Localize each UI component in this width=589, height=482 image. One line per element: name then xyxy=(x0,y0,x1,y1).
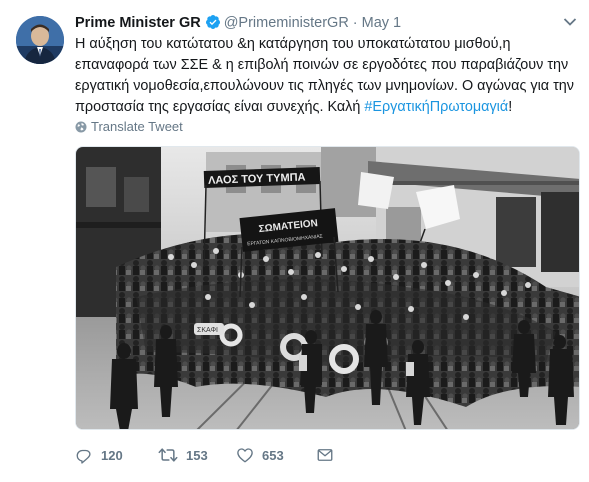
author-name[interactable]: Prime Minister GR xyxy=(75,15,201,31)
envelope-icon xyxy=(317,449,333,461)
like-button[interactable]: 653 xyxy=(236,446,284,464)
reply-button[interactable]: 120 xyxy=(75,446,123,464)
tweet-actions: 120 153 653 xyxy=(75,442,589,468)
tweet-text: Η αύξηση του κατώτατου &η κατάργηση του … xyxy=(75,34,583,118)
tweet-photo[interactable]: ΛΑΟΣ ΤΟΥ ΤΥΜΠΑ ΣΩΜΑΤΕΙΟΝ ΕΡΓΑΤΩΝ ΚΑΠΝΟΒΙ… xyxy=(75,146,580,430)
reply-icon xyxy=(76,449,91,464)
avatar[interactable] xyxy=(16,16,64,64)
author-handle[interactable]: @PrimeministerGR xyxy=(224,15,349,31)
retweet-count: 153 xyxy=(186,447,208,463)
verified-badge-icon xyxy=(205,15,220,29)
like-count: 653 xyxy=(262,447,284,463)
header-separator: · xyxy=(352,15,358,31)
avatar-image xyxy=(16,16,64,64)
chevron-down-icon[interactable] xyxy=(563,17,577,27)
wreath-sign-text: ΣΚΑΦΙ xyxy=(197,327,218,334)
reply-count: 120 xyxy=(101,447,123,463)
tweet-header: Prime Minister GR @PrimeministerGR · May 1 xyxy=(75,13,579,35)
heart-icon xyxy=(237,448,253,463)
tweet: Prime Minister GR @PrimeministerGR · May 1 … xyxy=(0,0,589,482)
may-day-march-photo: ΛΑΟΣ ΤΟΥ ΤΥΜΠΑ ΣΩΜΑΤΕΙΟΝ ΕΡΓΑΤΩΝ ΚΑΠΝΟΒΙ… xyxy=(76,147,579,429)
retweet-icon xyxy=(158,448,178,462)
tweet-text-end: ! xyxy=(508,99,513,115)
translate-tweet-link[interactable]: Translate Tweet xyxy=(75,119,183,134)
retweet-button[interactable]: 153 xyxy=(158,446,208,464)
globe-icon xyxy=(75,121,87,132)
tweet-date[interactable]: May 1 xyxy=(362,15,402,31)
hashtag-link[interactable]: #ΕργατικήΠρωτομαγιά xyxy=(364,99,508,115)
direct-message-button[interactable] xyxy=(316,446,342,464)
translate-label: Translate Tweet xyxy=(91,119,183,134)
